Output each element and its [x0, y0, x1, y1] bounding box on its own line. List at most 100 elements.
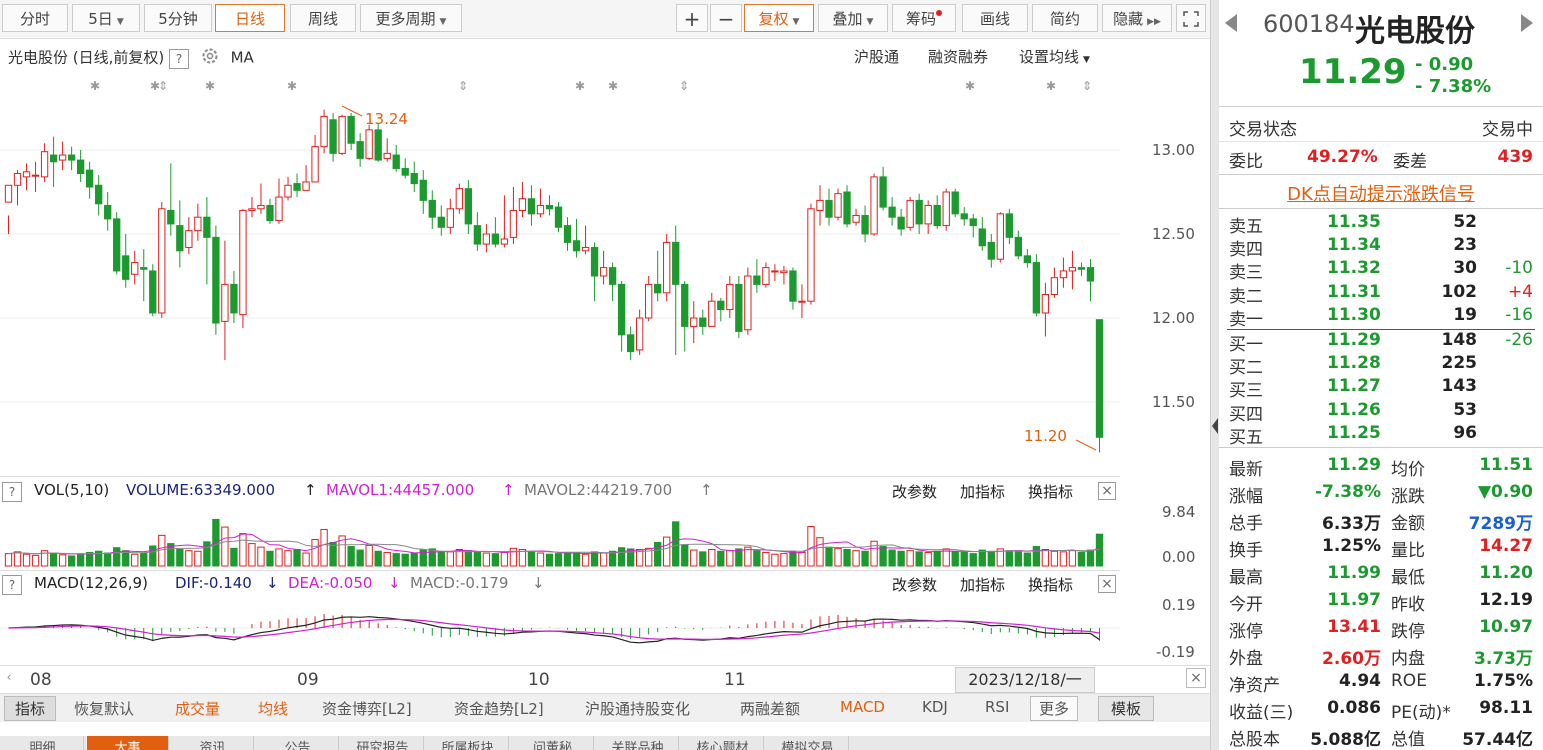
indicator-rsi[interactable]: RSI — [985, 698, 1009, 716]
ask-row[interactable]: 卖二 11.31 102 +4 — [1219, 281, 1543, 307]
swap-indicator-link[interactable]: 换指标 — [1028, 574, 1073, 595]
scroll-left-icon[interactable]: ‹ — [0, 666, 18, 688]
close-icon[interactable]: × — [1098, 482, 1116, 500]
ask-row[interactable]: 卖五 11.35 52 — [1219, 212, 1543, 237]
close-icon[interactable]: × — [1098, 575, 1116, 593]
volume-bar — [311, 538, 319, 567]
candle-body — [86, 169, 94, 188]
weicha-value: 439 — [1497, 147, 1534, 167]
overlay-button[interactable]: 叠加 ▼ — [818, 4, 888, 32]
tab-5min[interactable]: 5分钟 — [144, 4, 212, 32]
stat-label: 金额 — [1391, 514, 1425, 534]
candle-body — [906, 199, 914, 228]
tab-5day[interactable]: 5日 ▼ — [72, 4, 140, 32]
bottom-tab[interactable]: 关联品种 — [597, 736, 679, 750]
ma-indicator-label[interactable]: MA — [231, 49, 254, 67]
add-indicator-link[interactable]: 加指标 — [960, 574, 1005, 595]
order-change: +4 — [1507, 281, 1533, 302]
bottom-tab[interactable]: 核心题材 — [682, 736, 764, 750]
indicator-kdj[interactable]: KDJ — [922, 698, 948, 716]
candle-body — [915, 199, 923, 225]
volume-bar — [221, 526, 229, 567]
ask-row[interactable]: 卖四 11.34 23 — [1219, 235, 1543, 260]
bottom-tab[interactable]: 大事 — [87, 736, 169, 750]
ask-row[interactable]: 卖三 11.32 30 -10 — [1219, 258, 1543, 283]
bid-row[interactable]: 买二 11.28 225 — [1219, 353, 1543, 378]
bottom-tab[interactable]: 公告 — [257, 736, 339, 750]
draw-line-button[interactable]: 画线 — [962, 4, 1028, 32]
help-icon[interactable]: ? — [2, 482, 22, 502]
change-params-link[interactable]: 改参数 — [892, 574, 937, 595]
candle-body — [780, 270, 788, 274]
bottom-tab[interactable]: 问董秘 — [512, 736, 594, 750]
bottom-tab[interactable]: 研究报告 — [342, 736, 424, 750]
collapse-arrow-icon[interactable] — [1212, 418, 1218, 434]
volume-bar — [888, 549, 896, 567]
bid-row[interactable]: 买五 11.25 96 — [1219, 423, 1543, 448]
indicator-fund-trend[interactable]: 资金趋势[L2] — [454, 698, 544, 719]
candle-body — [672, 241, 680, 285]
candle-body — [95, 184, 103, 205]
hide-label: 隐藏 — [1113, 10, 1144, 28]
change-params-link[interactable]: 改参数 — [892, 481, 937, 502]
restore-default-button[interactable]: 恢复默认 — [74, 698, 134, 719]
indicator-margin-diff[interactable]: 两融差额 — [740, 698, 800, 719]
template-button[interactable]: 模板 — [1098, 696, 1155, 721]
indicator-ma[interactable]: 均线 — [258, 698, 288, 719]
zoom-out-button[interactable]: − — [710, 4, 742, 32]
chips-button[interactable]: 筹码 — [892, 4, 956, 32]
stat-value: 1.25% — [1322, 536, 1381, 556]
bid-row[interactable]: 买三 11.27 143 — [1219, 376, 1543, 401]
set-ma-dropdown[interactable]: 设置均线 ▼ — [1019, 46, 1090, 67]
settings-gear-icon[interactable] — [200, 46, 220, 70]
event-star-icon: ✱ — [608, 79, 618, 93]
volume-bar — [1041, 548, 1050, 567]
tab-daily[interactable]: 日线 — [215, 4, 285, 32]
fuquan-button[interactable]: 复权 ▼ — [744, 4, 814, 32]
dk-signal-link[interactable]: DK点自动提示涨跌信号 — [1219, 180, 1543, 206]
add-indicator-link[interactable]: 加指标 — [960, 481, 1005, 502]
indicator-macd[interactable]: MACD — [840, 698, 885, 716]
current-price: 11.29 — [1299, 52, 1407, 92]
candle-body — [834, 193, 842, 218]
prev-stock-icon[interactable] — [1225, 14, 1237, 32]
close-icon[interactable]: × — [1186, 668, 1206, 688]
volume-bar — [834, 547, 842, 567]
swap-indicator-link[interactable]: 换指标 — [1028, 481, 1073, 502]
hide-button[interactable]: 隐藏 ▶▶ — [1102, 4, 1172, 32]
panel-splitter[interactable] — [1210, 0, 1219, 750]
simple-mode-button[interactable]: 简约 — [1032, 4, 1098, 32]
tab-weekly[interactable]: 周线 — [290, 4, 356, 32]
candle-body — [1032, 262, 1041, 314]
mavol2-value: MAVOL2:44219.700 — [524, 481, 673, 499]
indicator-fund-game[interactable]: 资金博弈[L2] — [322, 698, 412, 719]
status-label: 交易状态 — [1229, 120, 1297, 140]
date-tick-label: 08 — [30, 670, 52, 690]
next-stock-icon[interactable] — [1521, 14, 1533, 32]
stat-label: 量比 — [1391, 541, 1425, 561]
tab-more-periods[interactable]: 更多周期 ▼ — [360, 4, 462, 32]
hugutong-link[interactable]: 沪股通 — [854, 46, 899, 67]
order-level-label: 买四 — [1229, 404, 1263, 425]
bid-row[interactable]: 买一 11.29 148 -26 — [1219, 330, 1543, 355]
ask-row[interactable]: 卖一 11.30 19 -16 — [1219, 305, 1543, 330]
indicator-volume[interactable]: 成交量 — [175, 698, 220, 719]
help-icon[interactable]: ? — [2, 575, 22, 595]
bid-row[interactable]: 买四 11.26 53 — [1219, 400, 1543, 425]
help-icon[interactable]: ? — [169, 48, 190, 69]
tab-fenshi[interactable]: 分时 — [2, 4, 68, 32]
zoom-in-button[interactable]: + — [676, 4, 708, 32]
bottom-tab[interactable]: 资讯 — [172, 736, 254, 750]
stat-value: 5.088亿 — [1310, 730, 1381, 750]
stat-value: 3.73万 — [1474, 649, 1533, 669]
fullscreen-button[interactable] — [1176, 4, 1206, 32]
bottom-tab[interactable]: 明细 — [2, 736, 84, 750]
margin-trading-link[interactable]: 融资融券 — [928, 46, 988, 67]
indicator-hgt-holdings[interactable]: 沪股通持股变化 — [585, 698, 690, 719]
bottom-tab[interactable]: 模拟交易 — [767, 736, 849, 750]
indicator-menu-button[interactable]: 指标 — [4, 696, 57, 721]
candle-body — [410, 173, 418, 185]
more-indicators-button[interactable]: 更多 — [1030, 696, 1079, 721]
macd-svg — [0, 614, 1120, 644]
bottom-tab[interactable]: 所属板块 — [427, 736, 509, 750]
